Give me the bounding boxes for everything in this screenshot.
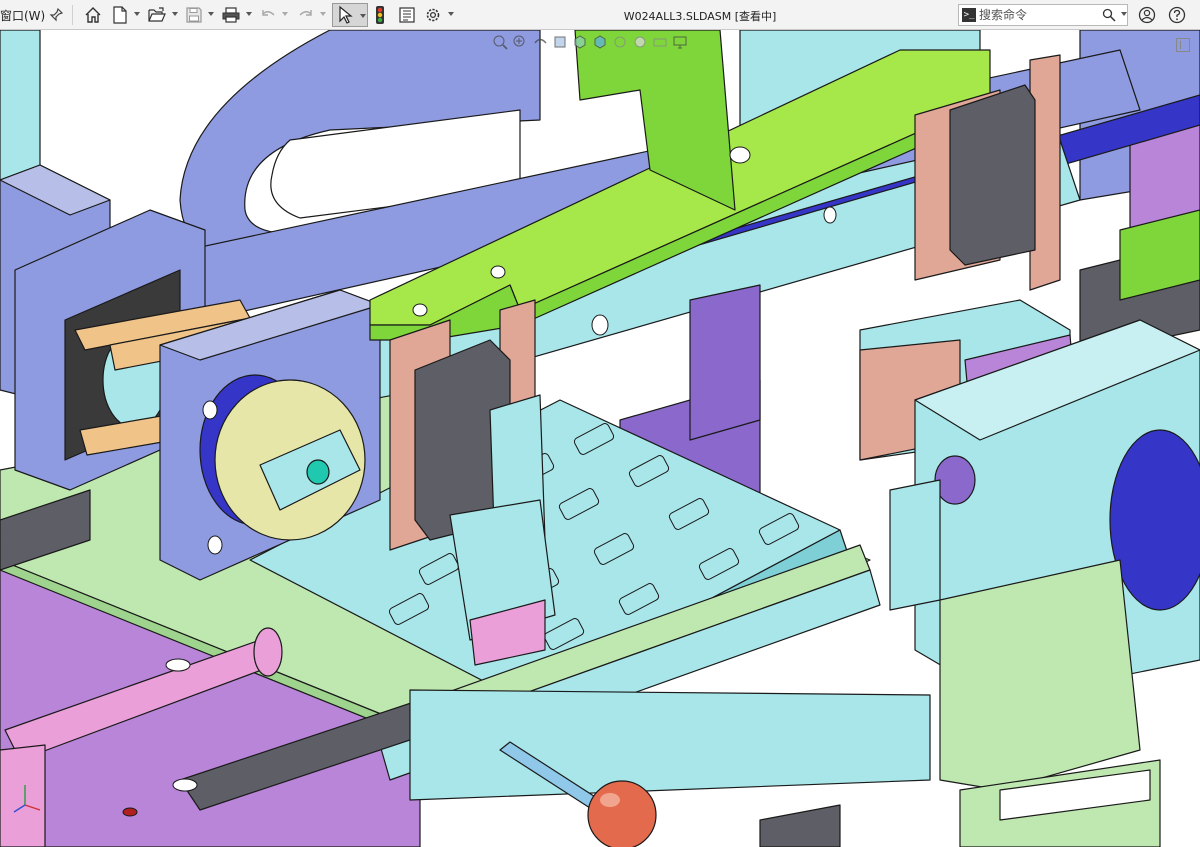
command-bar: 窗口(W) W024ALL3.SLDASM [查看中] >_ 搜索命令 [0,0,1200,30]
graphics-viewport[interactable] [0,30,1200,847]
lower-cyan-block [409,689,931,801]
appearance-icon[interactable] [632,34,648,50]
user-account-icon[interactable] [1136,4,1158,26]
search-input[interactable] [979,6,1099,24]
right-green-stand [939,559,1141,791]
hide-show-icon[interactable] [612,34,628,50]
right-cylinder [949,84,1036,266]
task-pane-toggle-icon[interactable] [1176,38,1190,52]
redo-dropdown-icon[interactable] [320,12,326,16]
document-title: W024ALL3.SLDASM [查看中] [623,10,777,23]
select-button[interactable] [332,3,368,27]
heads-up-view-toolbar [492,34,688,56]
pulley-screw [306,459,330,485]
display-settings-icon[interactable] [672,34,688,50]
file-properties-icon[interactable] [396,4,418,26]
pink-rod-end [253,627,283,677]
command-prompt-icon: >_ [962,8,976,22]
pink-block [0,744,46,847]
save-dropdown-icon[interactable] [208,12,214,16]
right-block-bore [934,455,976,505]
redo-icon[interactable] [296,4,316,26]
right-side-bracket [889,479,941,611]
new-dropdown-icon[interactable] [134,12,140,16]
options-dropdown-icon[interactable] [448,12,454,16]
open-dropdown-icon[interactable] [172,12,178,16]
new-document-icon[interactable] [110,4,130,26]
search-icon[interactable] [1102,8,1116,22]
search-box[interactable]: >_ [958,4,1128,26]
options-gear-icon[interactable] [422,4,444,26]
section-view-icon[interactable] [552,34,568,50]
pin-icon[interactable] [48,4,64,26]
help-icon[interactable] [1166,4,1188,26]
undo-icon[interactable] [258,4,278,26]
rebuild-traffic-light-icon[interactable] [372,4,388,26]
center-purple-column [689,284,761,441]
open-icon[interactable] [146,4,168,26]
scene-icon[interactable] [652,34,668,50]
zoom-area-icon[interactable] [512,34,528,50]
marker-dot [122,807,138,817]
undo-dropdown-icon[interactable] [282,12,288,16]
lever-ball [587,780,657,847]
view-orientation-icon[interactable] [572,34,588,50]
menu-window[interactable]: 窗口(W) [0,7,45,24]
home-icon[interactable] [82,4,104,26]
save-icon[interactable] [184,4,204,26]
previous-view-icon[interactable] [532,34,548,50]
bottom-rail-stub [759,804,841,847]
print-icon[interactable] [220,4,242,26]
display-style-icon[interactable] [592,34,608,50]
search-dropdown-icon[interactable] [1121,12,1127,16]
print-dropdown-icon[interactable] [246,12,252,16]
zoom-to-fit-icon[interactable] [492,34,508,50]
assembly-model [0,30,1200,847]
select-cursor-icon [339,5,353,24]
